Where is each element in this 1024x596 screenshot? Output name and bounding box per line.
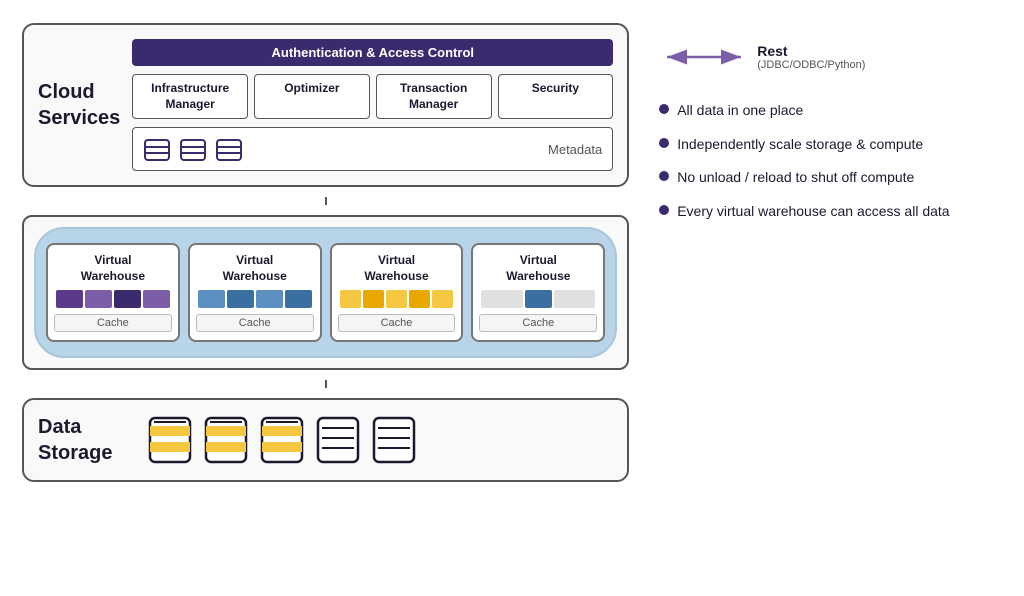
storage-cyl-3: [260, 414, 304, 466]
cache-seg: [363, 290, 384, 308]
cache-seg: [198, 290, 225, 308]
cloud-services-inner: Authentication & Access Control Infrastr…: [132, 39, 613, 171]
cache-seg: [386, 290, 407, 308]
bullet-item-3: No unload / reload to shut off compute: [659, 168, 1002, 188]
vw-card-1: VirtualWarehouse Cache: [46, 243, 180, 342]
bullet-text-3: No unload / reload to shut off compute: [677, 168, 914, 188]
manager-security: Security: [498, 74, 614, 119]
managers-row: InfrastructureManager Optimizer Transact…: [132, 74, 613, 119]
arrow-wrapper: [659, 47, 749, 67]
cache-bar-3: [338, 290, 456, 308]
bullet-text-4: Every virtual warehouse can access all d…: [677, 202, 949, 222]
cache-seg: [340, 290, 361, 308]
bullet-dot-3: [659, 171, 669, 181]
vw-card-4: VirtualWarehouse Cache: [471, 243, 605, 342]
cache-seg: [432, 290, 453, 308]
vw-cloud-area: VirtualWarehouse Cache VirtualWarehouse: [34, 227, 617, 358]
bullet-item-4: Every virtual warehouse can access all d…: [659, 202, 1002, 222]
rest-text: Rest (JDBC/ODBC/Python): [757, 43, 865, 71]
vw-card-2: VirtualWarehouse Cache: [188, 243, 322, 342]
cache-label-1: Cache: [54, 314, 172, 332]
cache-seg: [56, 290, 83, 308]
vw-title-2: VirtualWarehouse: [223, 253, 287, 284]
storage-cyl-4: [316, 414, 360, 466]
storage-cyl-2: [204, 414, 248, 466]
cache-label-4: Cache: [479, 314, 597, 332]
vw-title-3: VirtualWarehouse: [364, 253, 428, 284]
vw-card-3: VirtualWarehouse Cache: [330, 243, 464, 342]
cache-seg: [285, 290, 312, 308]
cache-label-3: Cache: [338, 314, 456, 332]
cloud-services-label: CloudServices: [38, 79, 120, 131]
rest-arrow-area: Rest (JDBC/ODBC/Python): [659, 43, 1002, 71]
right-panel: Rest (JDBC/ODBC/Python) All data in one …: [629, 23, 1002, 573]
connector-top: [325, 197, 327, 205]
metadata-label: Metadata: [548, 142, 602, 157]
cache-seg: [114, 290, 141, 308]
bullet-text-1: All data in one place: [677, 101, 803, 121]
db-icon-1: [143, 134, 171, 164]
ds-icons: [148, 414, 416, 466]
vw-title-4: VirtualWarehouse: [506, 253, 570, 284]
cache-label-2: Cache: [196, 314, 314, 332]
storage-cyl-1: [148, 414, 192, 466]
bullet-dot-4: [659, 205, 669, 215]
rest-label: Rest: [757, 43, 865, 59]
cache-seg: [85, 290, 112, 308]
bullet-item-1: All data in one place: [659, 101, 1002, 121]
manager-infra: InfrastructureManager: [132, 74, 248, 119]
data-storage-box: DataStorage: [22, 398, 629, 482]
manager-optimizer: Optimizer: [254, 74, 370, 119]
cloud-services-box: CloudServices Authentication & Access Co…: [22, 23, 629, 187]
cache-seg: [525, 290, 552, 308]
cache-bar-1: [54, 290, 172, 308]
cache-bar-4: [479, 290, 597, 308]
cache-bar-2: [196, 290, 314, 308]
feature-list: All data in one place Independently scal…: [659, 101, 1002, 221]
bidirectional-arrow-icon: [659, 47, 749, 67]
vw-title-1: VirtualWarehouse: [81, 253, 145, 284]
db-icon-3: [215, 134, 243, 164]
main-container: CloudServices Authentication & Access Co…: [12, 13, 1012, 583]
data-storage-label: DataStorage: [38, 414, 128, 466]
cache-seg: [143, 290, 170, 308]
vw-outer-box: VirtualWarehouse Cache VirtualWarehouse: [22, 215, 629, 370]
metadata-row: Metadata: [132, 127, 613, 171]
auth-bar: Authentication & Access Control: [132, 39, 613, 66]
cache-seg: [227, 290, 254, 308]
storage-cyl-5: [372, 414, 416, 466]
manager-transaction: TransactionManager: [376, 74, 492, 119]
bullet-item-2: Independently scale storage & compute: [659, 135, 1002, 155]
bullet-dot-1: [659, 104, 669, 114]
bullet-dot-2: [659, 138, 669, 148]
bullet-text-2: Independently scale storage & compute: [677, 135, 923, 155]
db-icon-2: [179, 134, 207, 164]
connector-bottom: [325, 380, 327, 388]
cache-seg: [481, 290, 522, 308]
metadata-icons: [143, 134, 538, 164]
cache-seg: [409, 290, 430, 308]
cache-seg: [256, 290, 283, 308]
rest-sublabel: (JDBC/ODBC/Python): [757, 59, 865, 71]
left-panel: CloudServices Authentication & Access Co…: [22, 23, 629, 573]
cache-seg: [554, 290, 595, 308]
